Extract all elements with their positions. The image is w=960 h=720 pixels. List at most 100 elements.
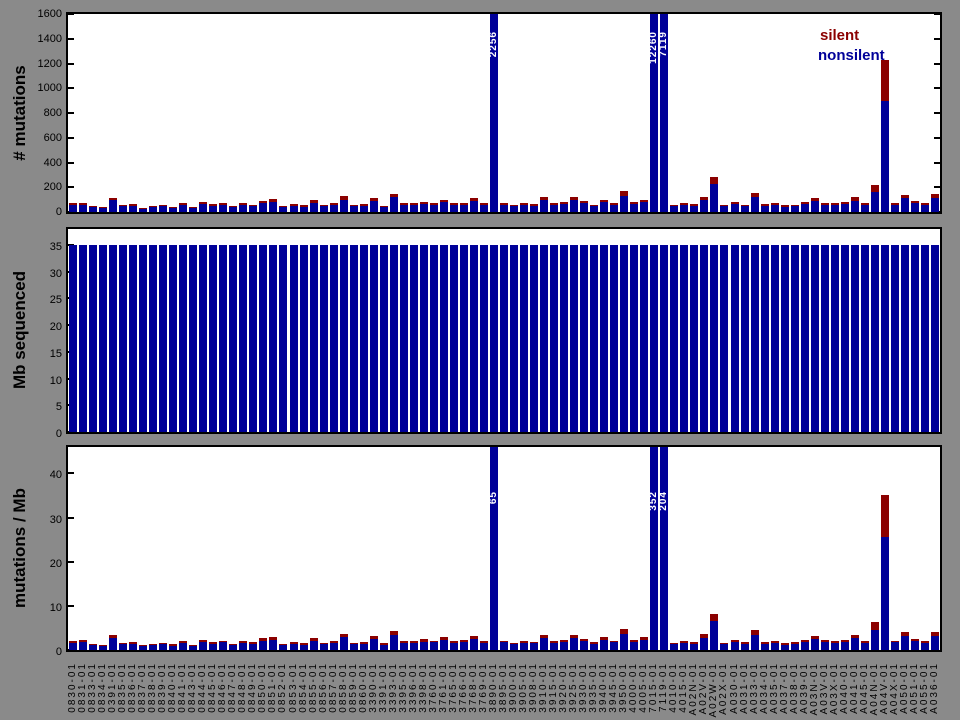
y-tick-label: 400 (20, 157, 62, 169)
bar-nonsilent (199, 642, 207, 650)
bar-nonsilent (620, 196, 628, 212)
bar-nonsilent (99, 208, 107, 212)
x-tick-label: A02X-01 (718, 662, 729, 715)
bar-nonsilent (881, 101, 889, 212)
bar-nonsilent (300, 207, 308, 212)
bar-nonsilent (440, 640, 448, 650)
bar-silent (560, 640, 568, 642)
bar-nonsilent (791, 206, 799, 212)
y-tick-label: 800 (20, 107, 62, 119)
bar-silent (400, 641, 408, 643)
bar-nonsilent (690, 644, 698, 650)
y-axis-tick (934, 63, 940, 65)
bar-nonsilent (560, 204, 568, 212)
bar-nonsilent (189, 245, 197, 432)
bar-nonsilent (751, 635, 759, 650)
mutation-rate-figure: 2256122607119 65352204 # mutations Mb se… (0, 0, 960, 720)
y-tick-label: 1600 (20, 8, 62, 20)
bar-nonsilent (761, 644, 769, 650)
bar-nonsilent (741, 206, 749, 212)
bar-nonsilent (720, 644, 728, 650)
bar-nonsilent (159, 206, 167, 212)
bar-silent (330, 203, 338, 205)
bar-nonsilent (540, 638, 548, 650)
y-axis-tick (68, 38, 74, 40)
bar-nonsilent (520, 643, 528, 650)
bar-silent (690, 642, 698, 644)
bar-nonsilent (680, 643, 688, 650)
bar-silent (259, 201, 267, 203)
bar-silent (400, 203, 408, 205)
bar-nonsilent (710, 245, 718, 432)
bar-silent (390, 631, 398, 635)
bar-silent (360, 642, 368, 644)
bar-nonsilent (69, 205, 77, 212)
bar-silent (410, 641, 418, 643)
bar-silent (340, 634, 348, 638)
bar-silent (861, 203, 869, 205)
bar-silent (300, 205, 308, 206)
bar-silent (640, 200, 648, 202)
bar-silent (720, 205, 728, 206)
bar-nonsilent (169, 646, 177, 650)
bar-nonsilent (420, 245, 428, 432)
y-axis-tick (68, 63, 74, 65)
bar-nonsilent (700, 245, 708, 432)
bar-nonsilent (79, 245, 87, 432)
bar-silent (851, 635, 859, 639)
bar-nonsilent (821, 642, 829, 650)
bar-nonsilent (119, 644, 127, 650)
bar-silent (530, 642, 538, 644)
bar-silent (269, 637, 277, 640)
bar-nonsilent (490, 245, 498, 432)
y-axis-tick (934, 162, 940, 164)
bar-silent (620, 629, 628, 634)
y-axis-tick (934, 87, 940, 89)
bar-silent (139, 645, 147, 646)
bar-nonsilent (570, 245, 578, 432)
bar-silent (590, 205, 598, 206)
bar-silent (109, 635, 117, 638)
bar-silent (731, 202, 739, 204)
x-tick-label: A036-01 (929, 662, 940, 714)
bar-nonsilent (600, 245, 608, 432)
bar-nonsilent (400, 205, 408, 212)
bar-silent (630, 640, 638, 642)
bar-silent (710, 614, 718, 621)
bar-nonsilent (560, 245, 568, 432)
bar-nonsilent (79, 205, 87, 212)
bar-nonsilent (370, 245, 378, 432)
bar-nonsilent (340, 637, 348, 650)
bar-nonsilent (249, 245, 257, 432)
bar-nonsilent (741, 644, 749, 650)
bar-nonsilent (259, 203, 267, 212)
bar-nonsilent (249, 206, 257, 212)
bar-nonsilent (590, 245, 598, 432)
bar-silent (239, 641, 247, 643)
bar-nonsilent (500, 205, 508, 212)
bar-nonsilent (310, 203, 318, 212)
bar-nonsilent (911, 641, 919, 650)
bar-nonsilent (99, 245, 107, 432)
y-axis-tick (934, 13, 940, 15)
bar-silent (89, 644, 97, 645)
bar-silent (861, 641, 869, 643)
bar-silent (229, 206, 237, 207)
bar-nonsilent (340, 245, 348, 432)
bar-silent (209, 642, 217, 644)
y-tick-label: 1200 (20, 58, 62, 70)
y-axis-tick (934, 112, 940, 114)
bar-value-label: 7119 (658, 31, 669, 57)
bar-nonsilent (550, 643, 558, 650)
bar-silent (901, 632, 909, 636)
bar-nonsilent (290, 644, 298, 650)
bar-nonsilent (380, 245, 388, 432)
bar-nonsilent (450, 643, 458, 650)
bar-silent (450, 203, 458, 205)
bar-silent (570, 197, 578, 200)
bar-nonsilent (390, 245, 398, 432)
bar-nonsilent (851, 638, 859, 650)
bar-silent (279, 206, 287, 207)
bar-nonsilent (350, 245, 358, 432)
bar-nonsilent (89, 645, 97, 650)
